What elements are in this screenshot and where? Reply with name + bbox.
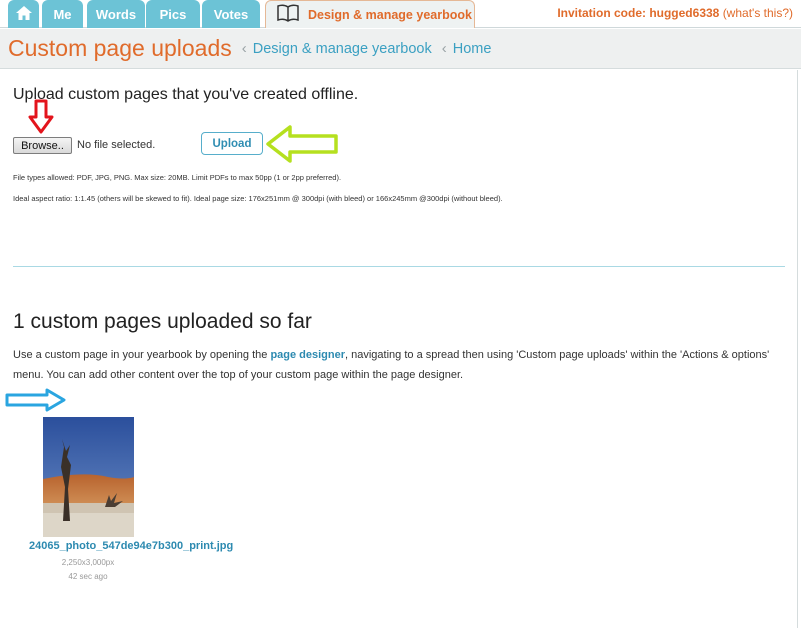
uploads-description: Use a custom page in your yearbook by op… — [13, 349, 770, 381]
tab-home[interactable] — [8, 0, 39, 28]
breadcrumb-design-manage-yearbook[interactable]: Design & manage yearbook — [253, 41, 432, 57]
open-book-icon — [276, 4, 300, 25]
content-border — [797, 70, 798, 628]
uploads-count-heading: 1 custom pages uploaded so far — [13, 310, 312, 333]
upload-intro: Upload custom pages that you've created … — [13, 86, 359, 103]
tab-pics[interactable]: Pics — [146, 0, 200, 28]
page-title: Custom page uploads — [8, 35, 232, 61]
blue-right-arrow-icon — [5, 388, 66, 412]
aspect-ratio-note: Ideal aspect ratio: 1:1.45 (others will … — [13, 194, 503, 203]
red-down-arrow-icon — [28, 99, 54, 134]
page-header: Custom page uploads ‹ Design & manage ye… — [0, 29, 801, 69]
browse-button[interactable]: Browse.. — [13, 137, 72, 154]
uploaded-file-name[interactable]: 24065_photo_547de94e7b300_print.jpg — [29, 540, 233, 552]
tab-words[interactable]: Words — [87, 0, 145, 28]
tab-me[interactable]: Me — [42, 0, 83, 28]
invitation-code: Invitation code: hugged6338 (what's this… — [557, 6, 793, 20]
section-divider — [13, 266, 785, 267]
green-left-arrow-icon — [266, 125, 338, 163]
tab-design-manage-yearbook[interactable]: Design & manage yearbook — [265, 0, 475, 28]
uploaded-file-dimensions: 2,250x3,000px — [61, 558, 115, 567]
tab-votes[interactable]: Votes — [202, 0, 260, 28]
whats-this-link[interactable]: (what's this?) — [723, 6, 793, 20]
file-types-note: File types allowed: PDF, JPG, PNG. Max s… — [13, 173, 342, 182]
top-nav: Me Words Pics Votes Design & manage year… — [0, 0, 801, 28]
page-designer-link[interactable]: page designer — [270, 349, 345, 361]
breadcrumb-separator: ‹ — [241, 40, 247, 57]
uploaded-page-thumbnail[interactable] — [43, 417, 134, 537]
uploaded-file-age: 42 sec ago — [68, 572, 108, 581]
breadcrumb-separator: ‹ — [441, 40, 447, 57]
no-file-selected-text: No file selected. — [77, 139, 156, 151]
upload-button[interactable]: Upload — [201, 132, 263, 155]
home-icon — [15, 5, 33, 24]
breadcrumb-home[interactable]: Home — [453, 41, 492, 57]
